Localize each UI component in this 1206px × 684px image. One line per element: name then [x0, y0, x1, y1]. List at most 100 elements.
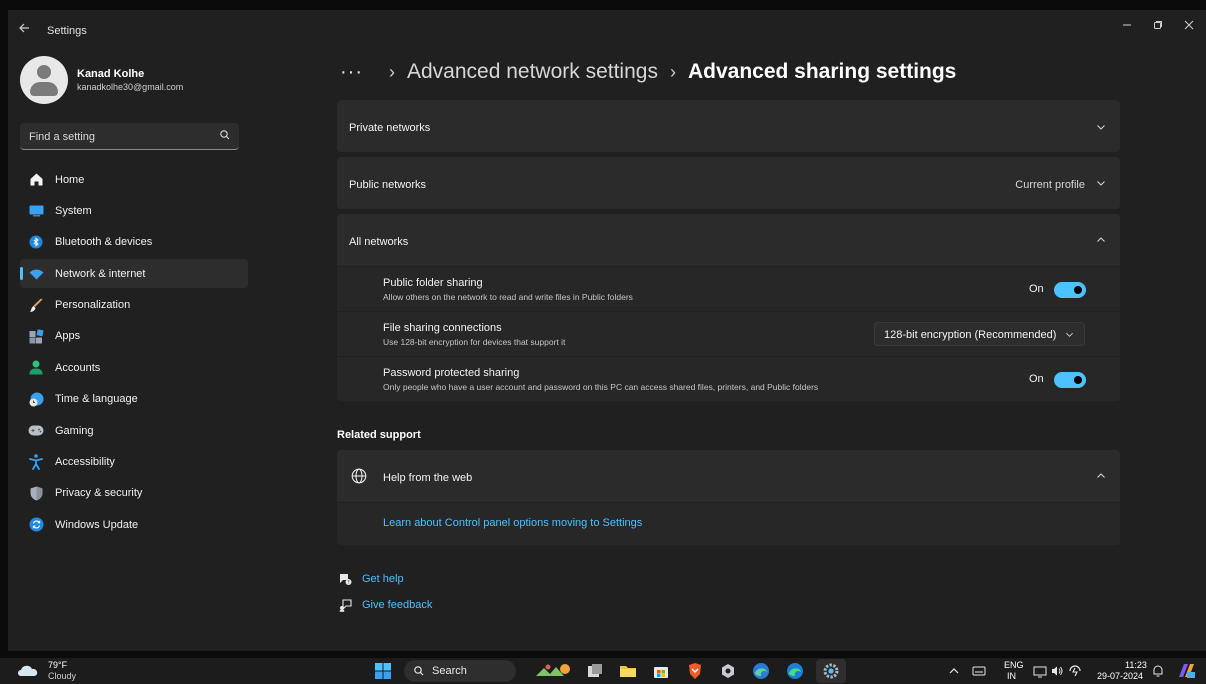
password-protected-sharing-row: Password protected sharing Only people w…	[337, 357, 1120, 401]
user-profile[interactable]: Kanad Kolhe kanadkolhe30@gmail.com	[20, 56, 250, 106]
password-protected-sharing-toggle[interactable]	[1054, 372, 1086, 388]
edge-icon[interactable]	[786, 662, 804, 680]
toggle-state-label: On	[1029, 373, 1044, 385]
restore-button[interactable]	[1141, 14, 1175, 36]
task-view-icon[interactable]	[586, 662, 604, 680]
sidebar-item-system[interactable]: System	[20, 196, 248, 225]
feedback-icon	[338, 598, 352, 612]
keyboard-icon[interactable]	[972, 662, 986, 680]
sidebar-item-network[interactable]: Network & internet	[20, 259, 248, 289]
sidebar-item-bluetooth[interactable]: Bluetooth & devices	[20, 228, 248, 257]
setting-description: Use 128-bit encryption for devices that …	[383, 337, 566, 347]
active-indicator	[20, 267, 23, 281]
public-networks-card[interactable]: Public networks Current profile	[337, 157, 1120, 209]
sidebar-item-label: Time & language	[55, 393, 138, 406]
profile-email: kanadkolhe30@gmail.com	[77, 82, 184, 92]
settings-taskbar-button[interactable]	[816, 659, 846, 683]
taskbar-search[interactable]: Search	[404, 660, 516, 682]
breadcrumb: ··· › Advanced network settings › Advanc…	[340, 57, 956, 87]
sidebar-item-windows-update[interactable]: Windows Update	[20, 510, 248, 539]
sidebar-item-gaming[interactable]: Gaming	[20, 416, 248, 445]
monitor-icon[interactable]	[1033, 662, 1047, 680]
weather-condition: Cloudy	[48, 671, 77, 681]
sidebar-item-apps[interactable]: Apps	[20, 322, 248, 351]
weather-temp: 79°F	[48, 660, 68, 670]
notification-bell-icon[interactable]	[1152, 662, 1164, 680]
close-button[interactable]	[1172, 14, 1206, 36]
sidebar-item-label: Network & internet	[55, 267, 146, 280]
edge-dev-icon[interactable]	[752, 662, 770, 680]
page-title: Advanced sharing settings	[687, 60, 957, 83]
battery-icon[interactable]	[1068, 662, 1082, 680]
back-arrow-icon[interactable]	[18, 22, 32, 36]
chevron-up-icon	[1097, 473, 1105, 478]
title-bar: Settings	[8, 10, 1206, 46]
gamepad-icon	[28, 423, 44, 439]
taskbar-search-label: Search	[432, 665, 467, 677]
current-profile-badge: Current profile	[1015, 179, 1085, 191]
widgets-icon[interactable]	[534, 662, 574, 680]
windows-start-icon[interactable]	[374, 662, 392, 680]
gear-icon	[823, 663, 839, 679]
minimize-button[interactable]	[1110, 14, 1144, 36]
cloud-icon[interactable]	[16, 661, 42, 679]
file-sharing-connections-row: File sharing connections Use 128-bit enc…	[337, 312, 1120, 356]
taskbar: 79°F Cloudy Search ENG IN 11:23 29-07-20…	[0, 658, 1206, 684]
sidebar-item-label: Windows Update	[55, 518, 139, 531]
sidebar-item-privacy[interactable]: Privacy & security	[20, 479, 248, 508]
app-icon[interactable]	[719, 662, 737, 680]
app-title: Settings	[47, 25, 87, 37]
private-networks-label: Private networks	[349, 122, 431, 134]
sidebar-item-accounts[interactable]: Accounts	[20, 353, 248, 382]
give-feedback-link[interactable]: Give feedback	[338, 597, 432, 613]
dropdown-value: 128-bit encryption (Recommended)	[884, 329, 1057, 341]
sidebar-item-time-language[interactable]: Time & language	[20, 385, 248, 414]
private-networks-card[interactable]: Private networks	[337, 100, 1120, 152]
sidebar-item-accessibility[interactable]: Accessibility	[20, 448, 248, 477]
accessibility-icon	[28, 454, 44, 470]
setting-title: File sharing connections	[383, 322, 502, 334]
sidebar-item-personalization[interactable]: Personalization	[20, 291, 248, 320]
setting-description: Only people who have a user account and …	[383, 382, 819, 392]
breadcrumb-separator: ›	[669, 61, 676, 82]
breadcrumb-parent-link[interactable]: Advanced network settings	[407, 60, 658, 84]
get-help-label: Get help	[362, 573, 404, 585]
public-networks-label: Public networks	[349, 179, 427, 191]
sidebar-item-home[interactable]: Home	[20, 165, 248, 194]
sidebar-item-label: System	[55, 204, 92, 217]
search-input[interactable]: Find a setting	[20, 123, 239, 150]
wifi-icon	[28, 266, 44, 282]
file-explorer-icon[interactable]	[619, 662, 637, 680]
search-placeholder: Find a setting	[29, 131, 96, 143]
minimize-icon	[1123, 24, 1131, 26]
breadcrumb-overflow-button[interactable]: ···	[340, 61, 363, 84]
sidebar-item-label: Accessibility	[55, 456, 115, 469]
sidebar-item-label: Apps	[55, 330, 81, 343]
avatar	[20, 56, 68, 104]
clock-time[interactable]: 11:23	[1125, 660, 1147, 670]
brush-icon	[28, 297, 44, 313]
chevron-down-icon	[1097, 125, 1105, 130]
volume-icon[interactable]	[1050, 662, 1064, 680]
get-help-link[interactable]: ? Get help	[338, 571, 404, 587]
chevron-up-icon[interactable]	[948, 662, 960, 680]
restore-icon	[1154, 21, 1162, 29]
toggle-state-label: On	[1029, 283, 1044, 295]
all-networks-card[interactable]: All networks	[337, 214, 1120, 266]
copilot-icon[interactable]	[1176, 662, 1196, 680]
store-icon[interactable]	[652, 662, 670, 680]
settings-window: Settings Kanad Kolhe kanadkolhe30@gmail.…	[8, 10, 1206, 651]
home-icon	[28, 172, 44, 188]
encryption-dropdown[interactable]: 128-bit encryption (Recommended)	[874, 322, 1085, 346]
control-panel-help-link[interactable]: Learn about Control panel options moving…	[383, 517, 642, 529]
sidebar-item-label: Privacy & security	[55, 487, 143, 500]
help-chat-icon: ?	[338, 572, 352, 586]
sidebar-item-label: Bluetooth & devices	[55, 236, 153, 249]
help-from-web-card[interactable]: Help from the web	[337, 450, 1120, 502]
chevron-up-icon	[1097, 237, 1105, 242]
brave-browser-icon[interactable]	[686, 662, 704, 680]
public-folder-sharing-toggle[interactable]	[1054, 282, 1086, 298]
all-networks-label: All networks	[349, 236, 409, 248]
language-code[interactable]: ENG	[1004, 660, 1024, 670]
globe-clock-icon	[28, 391, 44, 407]
